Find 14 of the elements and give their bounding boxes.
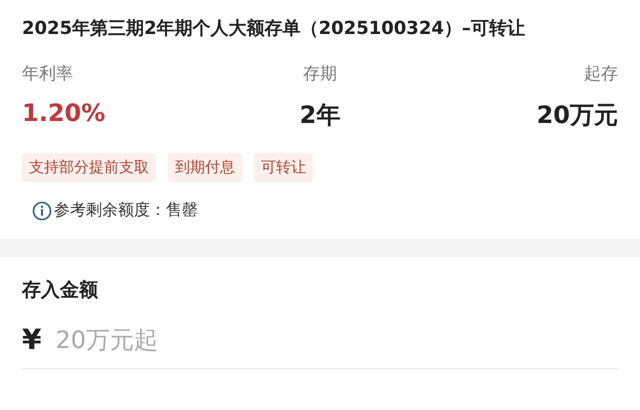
remaining-quota-text: 参考剩余额度：售罄 bbox=[54, 200, 198, 221]
stat-value: 20万元 bbox=[536, 100, 618, 131]
product-title: 2025年第三期2年期个人大额存单（2025100324）–可转让 bbox=[22, 17, 526, 40]
stat-label: 年利率 bbox=[22, 63, 73, 85]
feature-tag: 到期付息 bbox=[168, 153, 242, 182]
info-icon bbox=[32, 200, 52, 220]
stat-label: 存期 bbox=[302, 63, 337, 85]
feature-tag: 可转让 bbox=[254, 153, 313, 182]
section-title: 存入金额 bbox=[22, 278, 99, 303]
stat-value: 2年 bbox=[300, 100, 340, 131]
stat-label: 起存 bbox=[584, 63, 618, 85]
currency-symbol: ¥ bbox=[22, 323, 42, 356]
stat-value: 1.20% bbox=[22, 99, 106, 127]
feature-tag: 支持部分提前支取 bbox=[22, 153, 156, 182]
